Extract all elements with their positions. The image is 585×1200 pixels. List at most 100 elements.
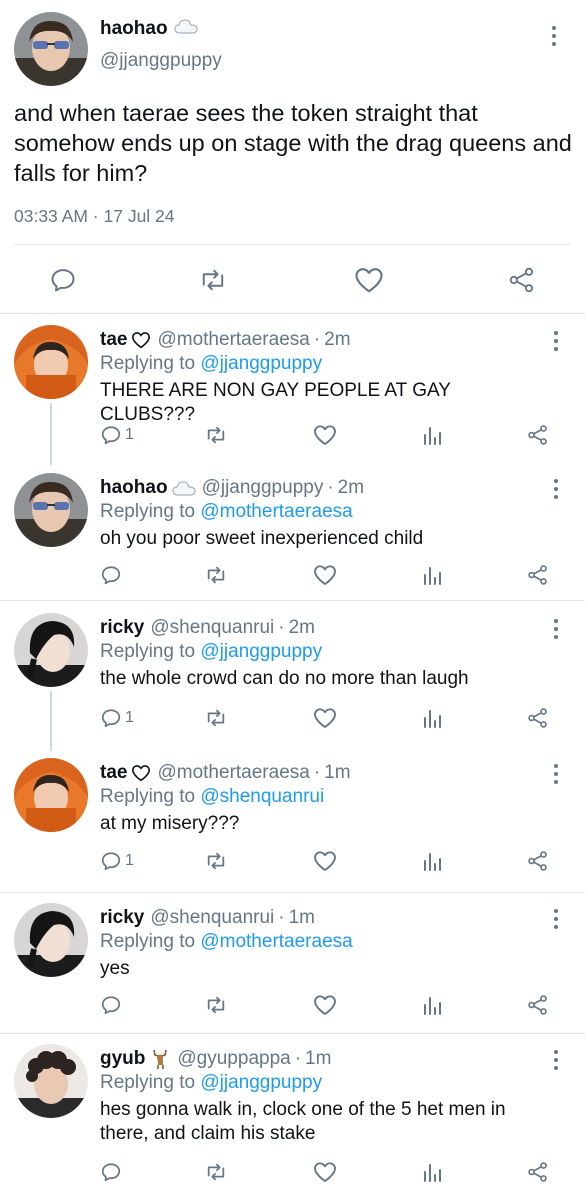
- reply-text: at my misery???: [100, 813, 240, 834]
- display-name[interactable]: ricky: [100, 907, 144, 929]
- retweet-icon[interactable]: [198, 266, 228, 294]
- reply-tweet[interactable]: gyub @gyuppappa · 1m Replying to @jjangg…: [0, 1036, 585, 1200]
- time-ago: 1m: [305, 1048, 332, 1069]
- replying-to-label: Replying to: [100, 641, 201, 662]
- replying-to-mention[interactable]: @mothertaeraesa: [200, 931, 352, 952]
- display-name[interactable]: ricky: [100, 617, 144, 639]
- divider: [0, 892, 585, 893]
- reply-actions: 1: [0, 705, 585, 735]
- reply-tweet[interactable]: ricky @shenquanrui · 2m Replying to @jja…: [0, 605, 585, 751]
- share-icon[interactable]: [527, 1161, 549, 1183]
- like-icon[interactable]: [354, 266, 384, 294]
- divider: [0, 313, 585, 314]
- replying-to-mention[interactable]: @jjanggpuppy: [200, 1072, 322, 1093]
- retweet-icon[interactable]: [204, 424, 228, 446]
- avatar[interactable]: [14, 1044, 88, 1118]
- reply-icon[interactable]: [49, 266, 77, 294]
- analytics-icon[interactable]: [421, 994, 443, 1016]
- replying-to-mention[interactable]: @jjanggpuppy: [200, 353, 322, 374]
- like-icon[interactable]: [313, 994, 337, 1016]
- reply-tweet[interactable]: tae @mothertaeraesa · 2m Replying to @jj…: [0, 317, 585, 465]
- more-options-icon[interactable]: [546, 762, 566, 786]
- like-icon[interactable]: [313, 1161, 337, 1183]
- share-icon[interactable]: [527, 994, 549, 1016]
- cloud-icon: [173, 18, 198, 40]
- reply-actions: [0, 562, 585, 592]
- replying-to: Replying to @jjanggpuppy: [100, 1072, 322, 1094]
- heart-outline-icon: [131, 764, 151, 782]
- handle[interactable]: @shenquanrui: [150, 907, 274, 929]
- avatar[interactable]: [14, 325, 88, 399]
- reply-icon[interactable]: 1: [100, 850, 134, 872]
- more-options-icon[interactable]: [544, 24, 564, 48]
- reply-icon[interactable]: 1: [100, 424, 134, 446]
- reply-tweet[interactable]: ricky @shenquanrui · 1m Replying to @mot…: [0, 895, 585, 1030]
- like-icon[interactable]: [313, 707, 337, 729]
- heart-outline-icon: [131, 331, 151, 349]
- replying-to-mention[interactable]: @shenquanrui: [200, 786, 324, 807]
- like-icon[interactable]: [313, 564, 337, 586]
- more-options-icon[interactable]: [546, 907, 566, 931]
- replying-to: Replying to @jjanggpuppy: [100, 641, 322, 663]
- handle[interactable]: @jjanggpuppy: [100, 50, 222, 72]
- reply-count: 1: [125, 852, 134, 869]
- avatar[interactable]: [14, 758, 88, 832]
- avatar[interactable]: [14, 12, 88, 86]
- avatar[interactable]: [14, 903, 88, 977]
- share-icon[interactable]: [527, 564, 549, 586]
- replying-to-mention[interactable]: @jjanggpuppy: [200, 641, 322, 662]
- reply-tweet[interactable]: haohao @jjanggpuppy · 2m Replying to @mo…: [0, 465, 585, 599]
- display-name[interactable]: tae: [100, 762, 127, 784]
- handle[interactable]: @jjanggpuppy: [202, 477, 324, 499]
- replying-to-label: Replying to: [100, 1072, 201, 1093]
- separator-dot: ·: [278, 907, 285, 928]
- handle[interactable]: @shenquanrui: [150, 617, 274, 639]
- display-name[interactable]: gyub: [100, 1048, 145, 1070]
- reply-icon[interactable]: [100, 564, 125, 586]
- retweet-icon[interactable]: [204, 850, 228, 872]
- analytics-icon[interactable]: [421, 424, 443, 446]
- display-name[interactable]: haohao: [100, 477, 168, 499]
- like-icon[interactable]: [313, 850, 337, 872]
- divider: [14, 244, 571, 245]
- more-options-icon[interactable]: [546, 1048, 566, 1072]
- display-name[interactable]: haohao: [100, 18, 198, 40]
- replying-to: Replying to @shenquanrui: [100, 786, 324, 808]
- avatar[interactable]: [14, 473, 88, 547]
- more-options-icon[interactable]: [546, 329, 566, 353]
- analytics-icon[interactable]: [421, 850, 443, 872]
- more-options-icon[interactable]: [546, 617, 566, 641]
- handle[interactable]: @mothertaeraesa: [157, 329, 309, 351]
- analytics-icon[interactable]: [421, 707, 443, 729]
- retweet-icon[interactable]: [204, 564, 228, 586]
- reply-header: tae @mothertaeraesa · 1m: [100, 762, 351, 784]
- reply-icon[interactable]: 1: [100, 707, 134, 729]
- replying-to-mention[interactable]: @mothertaeraesa: [200, 501, 352, 522]
- analytics-icon[interactable]: [421, 1161, 443, 1183]
- reply-count: 1: [125, 426, 134, 443]
- share-icon[interactable]: [527, 850, 549, 872]
- share-icon[interactable]: [527, 707, 549, 729]
- retweet-icon[interactable]: [204, 707, 228, 729]
- analytics-icon[interactable]: [421, 564, 443, 586]
- handle[interactable]: @mothertaeraesa: [157, 762, 309, 784]
- reply-tweet[interactable]: tae @mothertaeraesa · 1m Replying to @sh…: [0, 750, 585, 890]
- replying-to-label: Replying to: [100, 931, 201, 952]
- avatar-image: [14, 12, 88, 86]
- retweet-icon[interactable]: [204, 994, 228, 1016]
- replying-to-label: Replying to: [100, 501, 201, 522]
- like-icon[interactable]: [313, 424, 337, 446]
- reply-icon[interactable]: [100, 1161, 125, 1183]
- time-ago: 2m: [324, 329, 351, 350]
- retweet-icon[interactable]: [204, 1161, 228, 1183]
- share-icon[interactable]: [527, 424, 549, 446]
- reply-text: THERE ARE NON GAY PEOPLE AT GAY CLUBS???: [100, 380, 451, 425]
- share-icon[interactable]: [508, 266, 536, 294]
- avatar[interactable]: [14, 613, 88, 687]
- display-name[interactable]: tae: [100, 329, 127, 351]
- more-options-icon[interactable]: [546, 477, 566, 501]
- divider: [0, 1033, 585, 1034]
- handle[interactable]: @gyuppappa: [177, 1048, 290, 1070]
- reply-text: oh you poor sweet inexperienced child: [100, 528, 424, 549]
- reply-icon[interactable]: [100, 994, 125, 1016]
